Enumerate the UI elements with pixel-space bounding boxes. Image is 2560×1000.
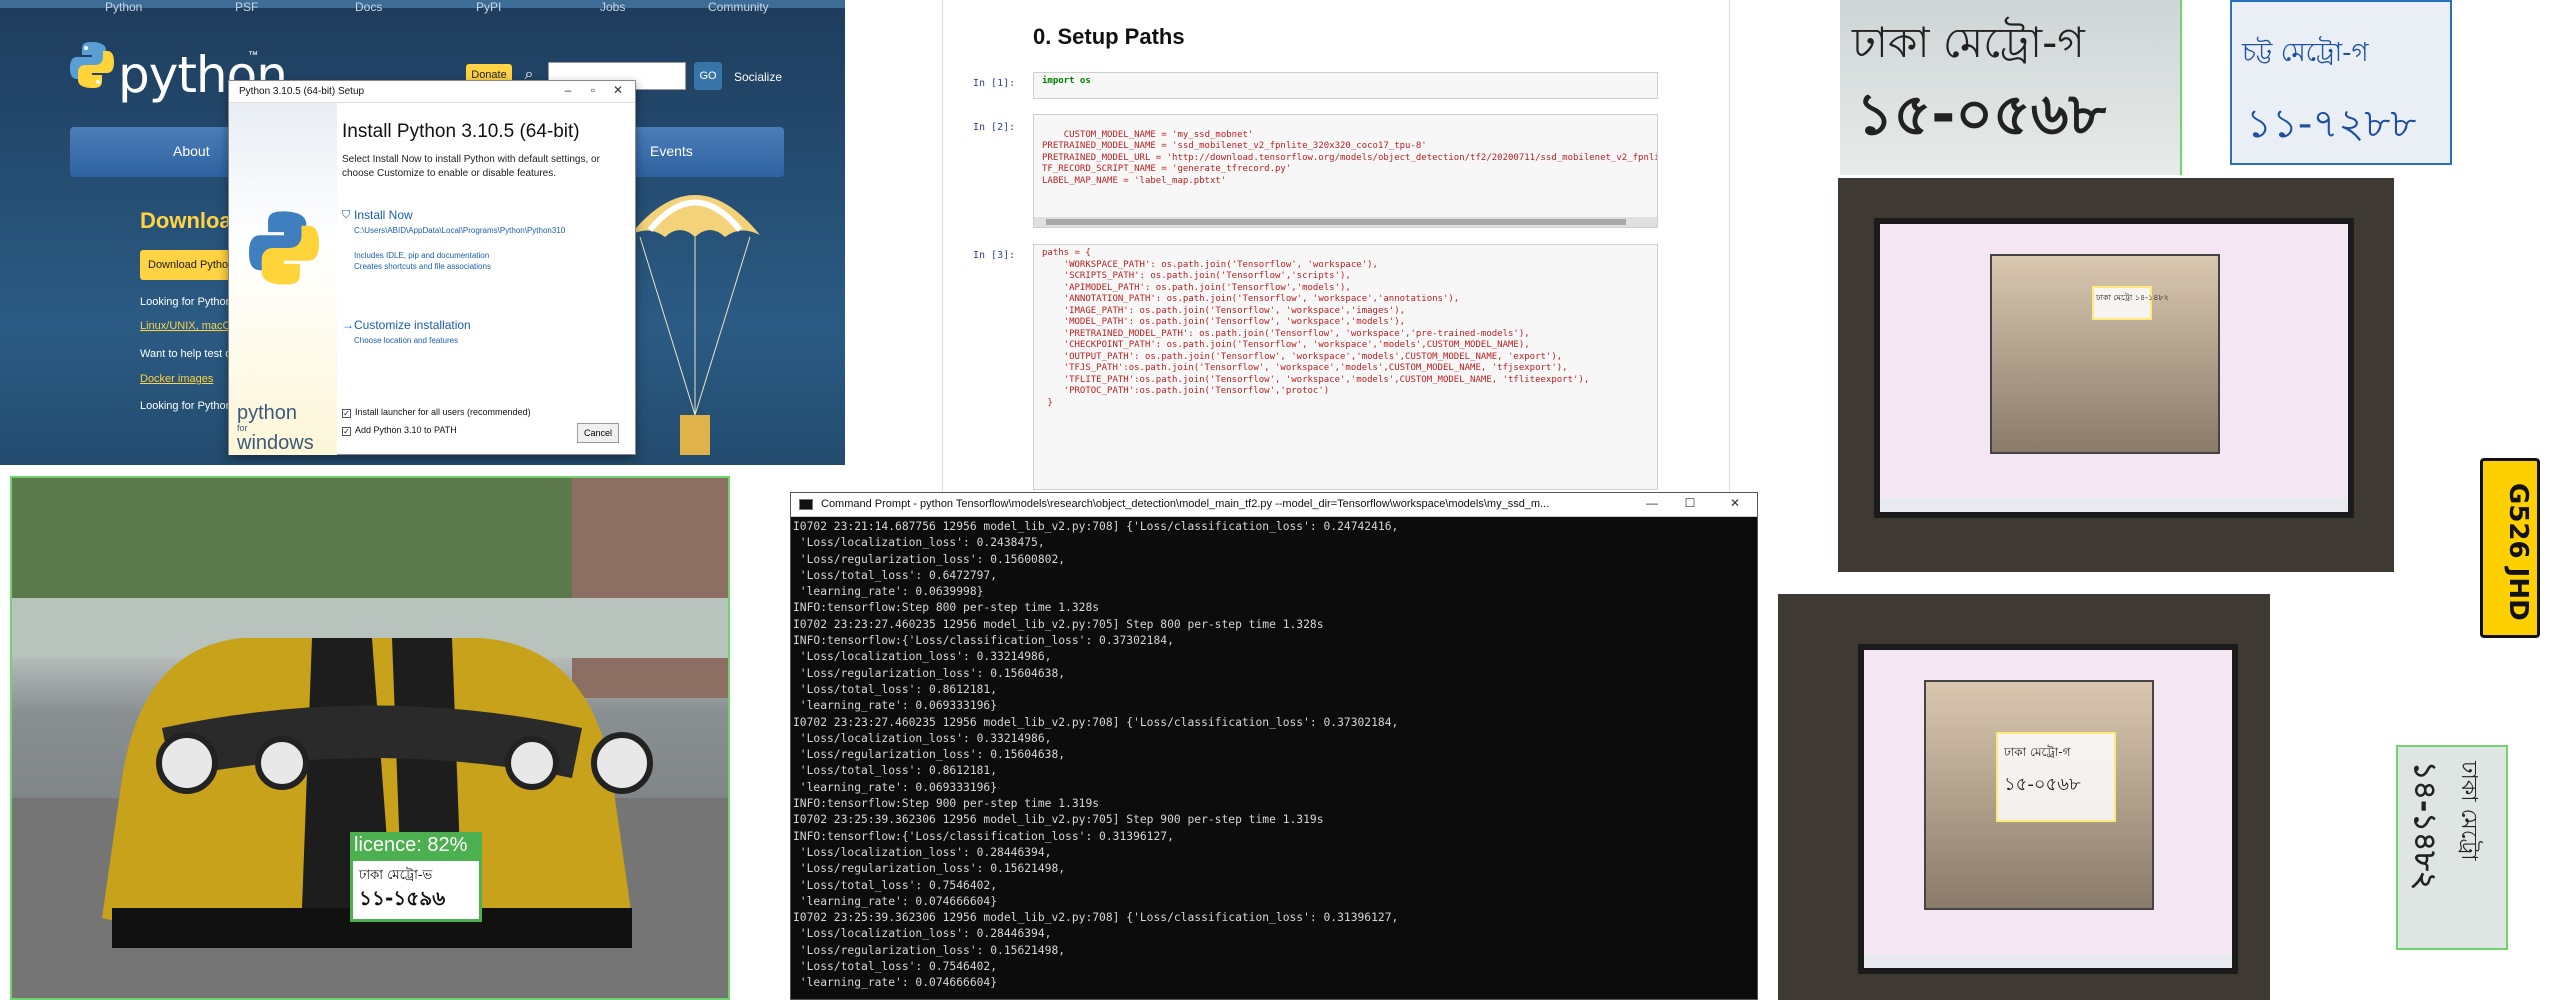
add-to-path-checkbox[interactable]: ✓ Add Python 3.10 to PATH	[342, 425, 457, 436]
installer-titlebar: Python 3.10.5 (64-bit) Setup – ▫ ✕	[229, 81, 635, 103]
installer-description: Select Install Now to install Python wit…	[342, 154, 600, 179]
install-detail-line: Includes IDLE, pip and documentation	[354, 251, 490, 260]
plate-line: ঢাকা মেট্রো-গ	[2004, 745, 2071, 759]
nav-events[interactable]: Events	[650, 143, 693, 159]
nav-about[interactable]: About	[173, 143, 210, 159]
plate-line: ১৫-০৫৬৮	[2004, 774, 2081, 795]
go-button[interactable]: GO	[694, 62, 722, 90]
plate-line: ১৫-০৫৬৮	[1856, 80, 2107, 148]
shield-icon: ⛉	[342, 209, 351, 221]
notebook-heading: 0. Setup Paths	[1033, 24, 1185, 49]
python-website-panel: Python PSF Docs PyPI Jobs Community pyth…	[0, 0, 845, 465]
plate-line: ঢাকা মেট্রো-ভ	[359, 868, 433, 883]
customize-label: Customize installation	[354, 318, 471, 332]
install-path: C:\Users\ABID\AppData\Local\Programs\Pyt…	[354, 226, 566, 235]
license-plate: ঢাকা মেট্রো-ভ ১১-১৫৯৬	[359, 865, 445, 909]
detection-box: ঢাকা মেট্রো ১৪-১৪৮২	[2092, 286, 2169, 320]
docker-images-link[interactable]: Docker images	[140, 373, 213, 385]
taskbar	[1864, 954, 2232, 968]
rotated-plate: ঢাকা মেট্রো ১৪-১৪৮২	[2398, 761, 2486, 890]
plate-line: ১১-১৫৯৬	[359, 886, 446, 910]
minimize-button[interactable]: —	[1643, 496, 1661, 510]
checkbox-icon: ✓	[342, 409, 351, 418]
code-cell[interactable]: import os	[1033, 72, 1658, 99]
cell-prompt: In [3]:	[973, 250, 1016, 261]
install-now-label: Install Now	[354, 208, 413, 222]
code-cell[interactable]: paths = { 'WORKSPACE_PATH': os.path.join…	[1033, 244, 1658, 490]
detection-box: ঢাকা মেট্রো-ভ ১১-১৫৯৬	[350, 858, 482, 922]
plate-photo-4: ঢাকা মেট্রো ১৪-১৪৮২	[2396, 745, 2508, 950]
socialize-link[interactable]: Socialize	[734, 70, 782, 84]
webcam-feed: ঢাকা মেট্রো-গ ১৫-০৫৬৮	[1924, 680, 2154, 910]
cancel-button[interactable]: Cancel	[577, 423, 619, 443]
python-snake-icon	[70, 42, 114, 88]
plate-photo-2: চট্ট মেট্রো-গ ১১-৭২৮৮	[2230, 0, 2452, 165]
scrollbar-thumb[interactable]	[1046, 219, 1626, 225]
terminal-output[interactable]: I0702 23:21:14.687756 12956 model_lib_v2…	[793, 519, 1743, 999]
horizontal-scrollbar[interactable]	[1034, 217, 1657, 227]
detection-label: licence: 82%	[350, 832, 482, 858]
webcam-monitor-photo-1: ঢাকা মেট্রো ১৪-১৪৮২	[1838, 178, 2394, 572]
monitor-screen: ঢাকা মেট্রো ১৪-১৪৮২	[1874, 218, 2354, 518]
checkbox-label: Install launcher for all users (recommen…	[355, 407, 531, 417]
taskbar	[1880, 498, 2348, 512]
webcam-monitor-photo-2: ঢাকা মেট্রো-গ ১৫-০৫৬৮	[1778, 594, 2270, 1000]
monitor-screen: ঢাকা মেট্রো-গ ১৫-০৫৬৮	[1858, 644, 2238, 974]
install-now-option[interactable]: ⛉ Install Now C:\Users\ABID\AppData\Loca…	[342, 208, 612, 278]
python-snake-icon	[249, 211, 319, 285]
cell-code: paths = { 'WORKSPACE_PATH': os.path.join…	[1042, 248, 1590, 408]
webcam-feed: ঢাকা মেট্রো ১৪-১৪৮২	[1990, 254, 2220, 454]
side-text-python: python	[237, 402, 298, 424]
command-prompt-window: Command Prompt - python Tensorflow\model…	[790, 492, 1758, 1000]
detection-box: ঢাকা মেট্রো-গ ১৫-০৫৬৮	[1996, 732, 2116, 822]
arrow-right-icon: →	[342, 318, 354, 332]
top-nav-community[interactable]: Community	[708, 0, 769, 14]
maximize-icon[interactable]: ▫	[584, 83, 602, 97]
code-cell[interactable]: CUSTOM_MODEL_NAME = 'my_ssd_mobnet' PRET…	[1033, 114, 1658, 228]
cell-code: import os	[1042, 76, 1091, 86]
cell-prompt: In [2]:	[973, 122, 1016, 133]
top-nav-python[interactable]: Python	[105, 0, 142, 14]
cell-code: CUSTOM_MODEL_NAME = 'my_ssd_mobnet' PRET…	[1042, 129, 1657, 186]
installer-title: Python 3.10.5 (64-bit) Setup	[239, 86, 365, 97]
top-nav-jobs[interactable]: Jobs	[600, 0, 625, 14]
parachute-illustration	[630, 195, 760, 455]
checkbox-label: Add Python 3.10 to PATH	[355, 425, 457, 435]
car-detection-photo: licence: 82% ঢাকা মেট্রো-ভ ১১-১৫৯৬	[10, 476, 730, 1000]
cell-prompt: In [1]:	[973, 78, 1016, 89]
top-nav-pypi[interactable]: PyPI	[476, 0, 501, 14]
installer-side-text: python for windows	[237, 403, 314, 453]
plate-line: G526 JHD	[2503, 483, 2533, 621]
customize-sub: Choose location and features	[354, 336, 459, 345]
cmd-titlebar: Command Prompt - python Tensorflow\model…	[791, 493, 1757, 517]
terminal-icon	[799, 499, 813, 510]
checkbox-icon: ✓	[342, 427, 351, 436]
plate-photo-1: ঢাকা মেট্রো-গ ১৫-০৫৬৮	[1840, 0, 2182, 175]
minimize-icon[interactable]: –	[559, 83, 577, 97]
logo-trademark: ™	[248, 50, 258, 61]
side-text-windows: windows	[237, 432, 314, 454]
top-nav-docs[interactable]: Docs	[355, 0, 382, 14]
install-launcher-checkbox[interactable]: ✓ Install launcher for all users (recomme…	[342, 407, 531, 418]
close-button[interactable]: ✕	[1726, 496, 1744, 510]
plate-line: ঢাকা মেট্রো ১৪-১৪৮২	[2096, 293, 2169, 302]
jupyter-notebook: 0. Setup Paths In [1]: import os In [2]:…	[942, 0, 1730, 492]
top-nav-psf[interactable]: PSF	[235, 0, 258, 14]
install-now-details: Includes IDLE, pip and documentation Cre…	[354, 250, 491, 272]
plate-line: ১৪-১৪৮২	[2407, 761, 2442, 891]
cmd-title: Command Prompt - python Tensorflow\model…	[821, 498, 1550, 510]
yellow-plate: G526 JHD	[2480, 458, 2540, 638]
plate-line: ১১-৭২৮৮	[2246, 101, 2417, 147]
maximize-button[interactable]: ☐	[1681, 496, 1699, 510]
installer-side-banner: python for windows	[229, 103, 337, 455]
close-icon[interactable]: ✕	[609, 83, 627, 97]
plate-line: চট্ট মেট্রো-গ	[2242, 38, 2369, 68]
install-detail-line: Creates shortcuts and file associations	[354, 262, 491, 271]
python-installer-dialog: Python 3.10.5 (64-bit) Setup – ▫ ✕ pytho…	[228, 80, 636, 455]
installer-heading: Install Python 3.10.5 (64-bit)	[342, 121, 580, 142]
plate-line: ঢাকা মেট্রো	[2456, 761, 2481, 861]
plate-photo-3: G526 JHD	[2460, 458, 2560, 643]
customize-installation-option[interactable]: → Customize installation Choose location…	[342, 318, 612, 358]
